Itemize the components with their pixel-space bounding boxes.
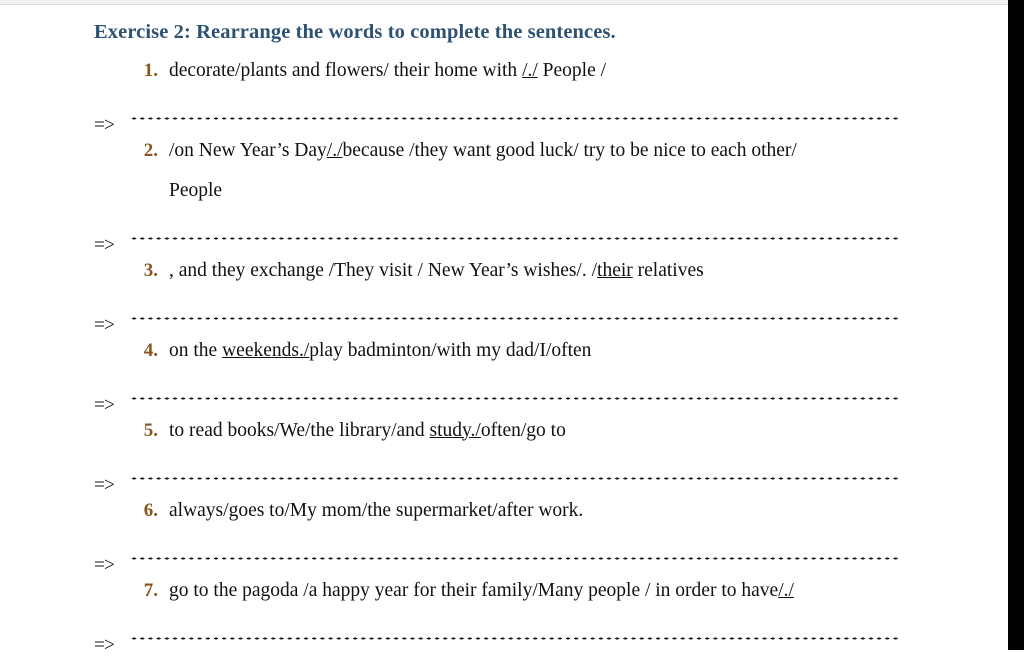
question-row: 3. , and they exchange /They visit / New … (0, 251, 1008, 291)
question-row: 6. always/goes to/My mom/the supermarket/… (0, 491, 1008, 531)
question-row: 2. /on New Year’s Day/./because /they wan… (0, 131, 1008, 171)
question-text: to read books/We/the library/and study./… (169, 411, 566, 451)
question-number: 1. (143, 59, 158, 81)
question-row: 1. decorate/plants and flowers/ their hom… (0, 51, 1008, 91)
underlined-fragment: /./ (778, 579, 794, 601)
underlined-fragment: their (597, 259, 633, 281)
answer-row: => (94, 451, 1008, 496)
answer-arrow-icon: => (94, 234, 115, 256)
answer-blank-line[interactable] (130, 371, 900, 411)
question-block: 6. always/goes to/My mom/the supermarket/… (0, 491, 1008, 576)
worksheet-content: Exercise 2: Rearrange the words to compl… (0, 6, 1008, 656)
answer-blank-line[interactable] (130, 531, 900, 571)
answer-arrow-icon: => (94, 474, 115, 496)
answer-row: => (94, 91, 1008, 136)
question-number: 5. (143, 419, 158, 441)
answer-arrow-icon: => (94, 394, 115, 416)
question-text: , and they exchange /They visit / New Ye… (169, 251, 704, 291)
question-block: 7. go to the pagoda /a happy year for the… (0, 571, 1008, 656)
question-text: go to the pagoda /a happy year for their… (169, 571, 794, 611)
question-text-continuation: People (169, 179, 223, 201)
text-fragment: often/go to (480, 419, 566, 441)
question-number: 7. (143, 579, 158, 601)
text-fragment: /on New Year’s Day (169, 139, 327, 161)
question-text: always/goes to/My mom/the supermarket/af… (169, 491, 583, 531)
page-title: Exercise 2: Rearrange the words to compl… (94, 21, 616, 43)
question-row: 4. on the weekends./play badminton/with m… (0, 331, 1008, 371)
text-fragment: to read books/We/the library/and (169, 419, 430, 441)
text-fragment: play badminton/with my dad/I/often (309, 339, 592, 361)
text-fragment: because /they want good luck/ try to be … (342, 139, 797, 161)
question-number: 3. (143, 259, 158, 281)
question-number: 2. (143, 139, 158, 161)
answer-row: => (94, 531, 1008, 576)
answer-blank-line[interactable] (130, 451, 900, 491)
top-edge-strip (0, 0, 1024, 5)
question-row: 7. go to the pagoda /a happy year for the… (0, 571, 1008, 611)
answer-row: => (94, 211, 1008, 256)
text-fragment: People / (537, 59, 607, 81)
answer-row: => (94, 371, 1008, 416)
answer-blank-line[interactable] (130, 291, 900, 331)
question-block: 2. /on New Year’s Day/./because /they wan… (0, 131, 1008, 256)
question-number: 6. (143, 499, 158, 521)
question-block: 1. decorate/plants and flowers/ their hom… (0, 51, 1008, 136)
answer-arrow-icon: => (94, 634, 115, 656)
answer-arrow-icon: => (94, 314, 115, 336)
text-fragment: relatives (632, 259, 704, 281)
question-text: /on New Year’s Day/./because /they want … (169, 131, 797, 171)
question-number: 4. (143, 339, 158, 361)
answer-blank-line[interactable] (130, 611, 900, 651)
text-fragment: always/goes to/My mom/the supermarket/af… (169, 499, 584, 521)
answer-arrow-icon: => (94, 554, 115, 576)
underlined-fragment: study./ (429, 419, 481, 441)
answer-row: => (94, 611, 1008, 656)
text-fragment: on the (169, 339, 223, 361)
question-block: 3. , and they exchange /They visit / New … (0, 251, 1008, 336)
underlined-fragment: /./ (326, 139, 343, 161)
question-row: 5. to read books/We/the library/and study… (0, 411, 1008, 451)
answer-blank-line[interactable] (130, 91, 900, 131)
text-fragment: go to the pagoda /a happy year for their… (169, 579, 779, 601)
text-fragment: decorate/plants and flowers/ their home … (169, 59, 523, 81)
underlined-fragment: weekends./ (222, 339, 310, 361)
answer-row: => (94, 291, 1008, 336)
question-text: on the weekends./play badminton/with my … (169, 331, 591, 371)
right-edge-band (1008, 0, 1024, 650)
question-text: decorate/plants and flowers/ their home … (169, 51, 606, 91)
text-fragment: , and they exchange /They visit / New Ye… (169, 259, 598, 281)
question-block: 5. to read books/We/the library/and study… (0, 411, 1008, 496)
answer-blank-line[interactable] (130, 211, 900, 251)
underlined-fragment: /./ (522, 59, 538, 81)
worksheet-page: Exercise 2: Rearrange the words to compl… (0, 6, 1008, 656)
answer-arrow-icon: => (94, 114, 115, 136)
question-list: 1. decorate/plants and flowers/ their hom… (0, 51, 1008, 656)
question-block: 4. on the weekends./play badminton/with m… (0, 331, 1008, 416)
